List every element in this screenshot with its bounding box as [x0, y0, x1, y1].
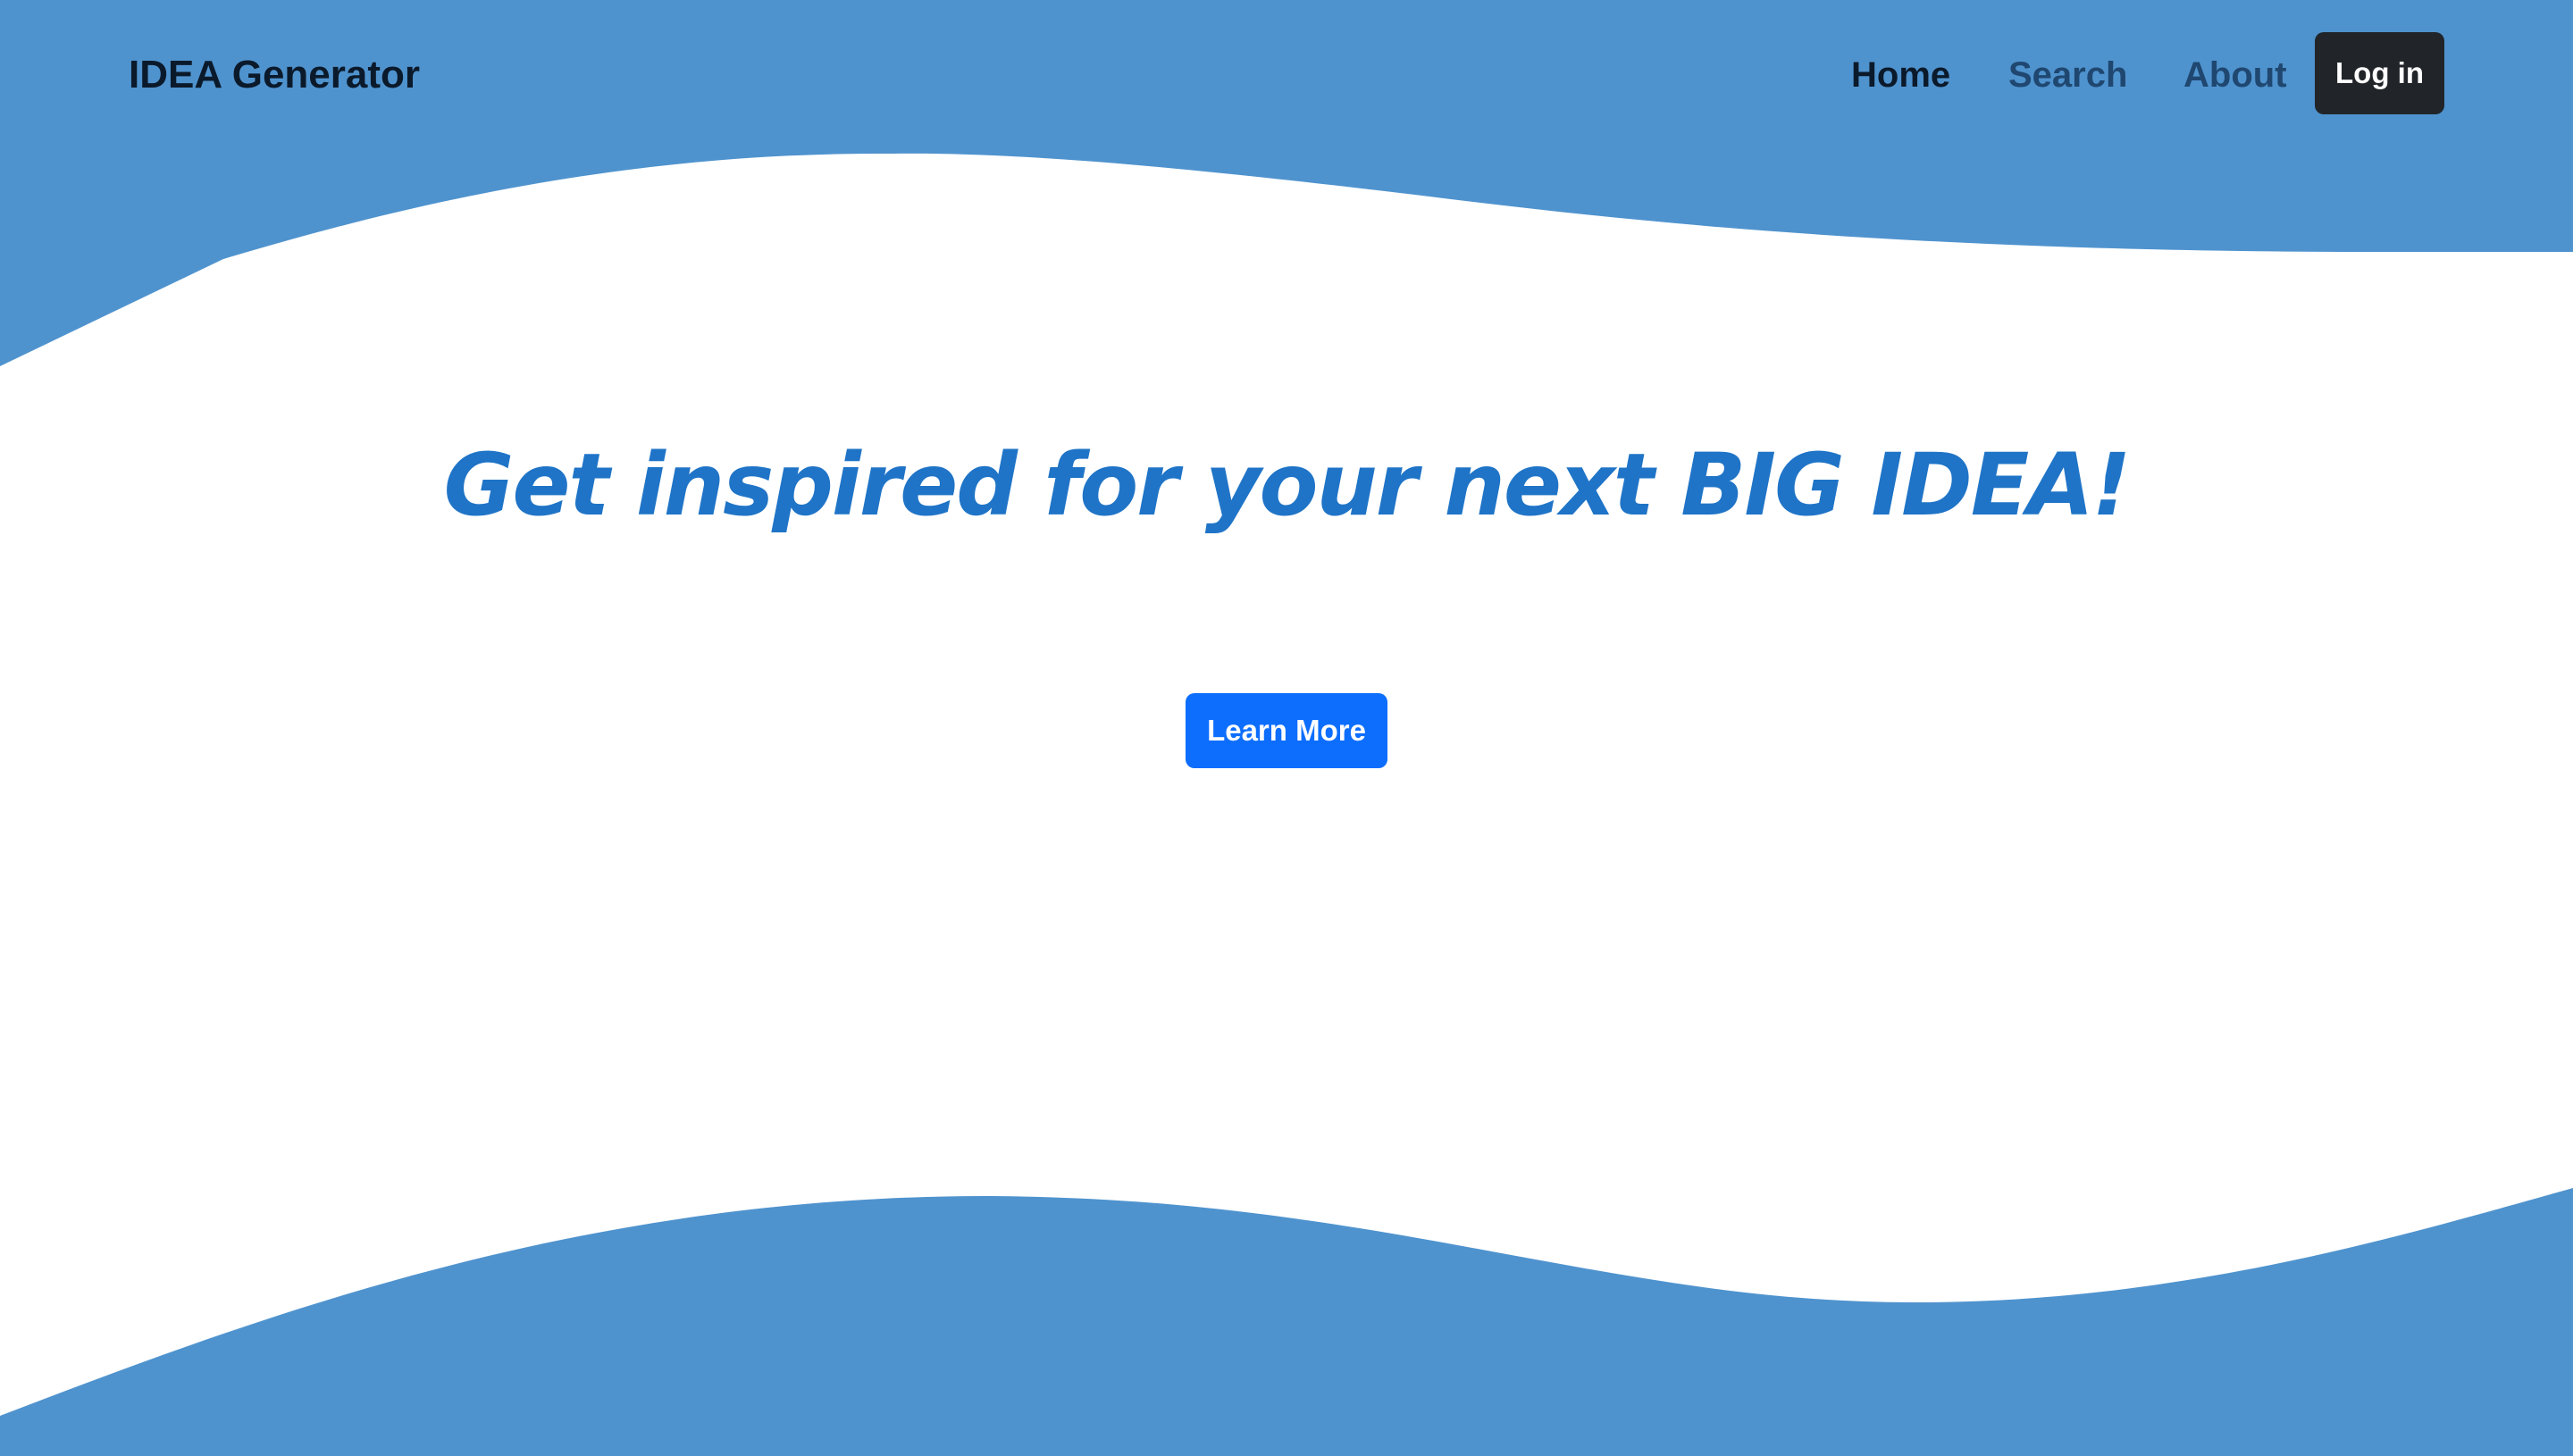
brand-logo[interactable]: IDEA Generator: [129, 48, 420, 102]
learn-more-button[interactable]: Learn More: [1186, 693, 1387, 768]
nav-link-home[interactable]: Home: [1851, 48, 1950, 102]
nav-link-search[interactable]: Search: [2008, 48, 2127, 102]
navbar: IDEA Generator Home Search About Log in: [0, 0, 2573, 148]
login-button[interactable]: Log in: [2315, 32, 2444, 114]
bottom-wave-decoration: [0, 1188, 2573, 1456]
nav-link-about[interactable]: About: [2183, 48, 2287, 102]
hero-title: Get inspired for your next BIG IDEA!: [443, 435, 2132, 535]
